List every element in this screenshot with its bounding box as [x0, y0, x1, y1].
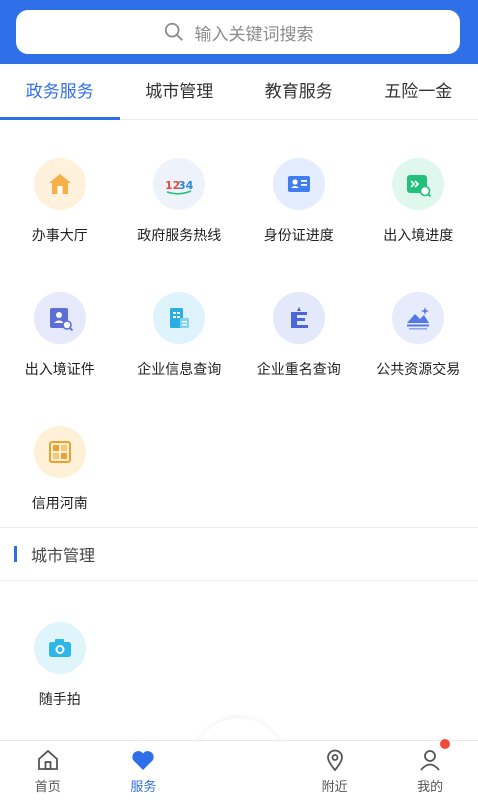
service-label: 出入境证件 [24, 362, 95, 378]
service-item-snapshot[interactable]: 随手拍 [0, 614, 120, 709]
tab-government-services[interactable]: 政务服务 [0, 64, 120, 120]
enterprise-info-icon [153, 292, 206, 344]
service-item-enterprise-name[interactable]: 企业重名查询 [239, 284, 359, 418]
location-icon [326, 749, 343, 772]
services-grid: 办事大厅 12345 政府服务热线 身份证进度 出入境进度 出入境证件 [0, 150, 478, 552]
service-label: 身份证进度 [263, 228, 334, 244]
tab-city-management[interactable]: 城市管理 [120, 64, 240, 119]
nav-mine[interactable]: 我的 [382, 739, 478, 800]
nav-home[interactable]: 首页 [0, 741, 96, 800]
service-label: 企业信息查询 [137, 362, 222, 378]
public-resource-icon [392, 292, 445, 344]
svg-text:345: 345 [178, 179, 194, 192]
service-label: 出入境进度 [383, 228, 454, 244]
search-icon [164, 22, 183, 41]
home-icon [33, 158, 86, 210]
hotline-12345-icon: 12345 [153, 158, 206, 210]
service-item-entry-exit-document[interactable]: 出入境证件 [0, 284, 120, 418]
service-label: 政府服务热线 [137, 228, 222, 244]
nav-label: 附近 [321, 780, 348, 795]
notification-dot [439, 739, 450, 749]
search-bar[interactable]: 输入关键词搜索 [16, 10, 460, 54]
nav-label: 服务 [130, 780, 157, 795]
service-label: 信用河南 [31, 496, 88, 512]
entry-exit-document-icon [33, 292, 86, 344]
service-label: 办事大厅 [31, 228, 88, 244]
header-bar: 输入关键词搜索 [0, 0, 478, 64]
bottom-navigation: 首页 服务 附近 我的 [0, 739, 478, 800]
service-item-hotline[interactable]: 12345 政府服务热线 [120, 150, 240, 284]
section-title: 城市管理 [31, 546, 96, 565]
service-item-entry-exit-progress[interactable]: 出入境进度 [359, 150, 478, 284]
service-item-public-resource[interactable]: 公共资源交易 [359, 284, 478, 418]
tab-education-services[interactable]: 教育服务 [239, 64, 359, 119]
nav-services[interactable]: 服务 [96, 741, 192, 800]
enterprise-name-icon [272, 292, 325, 344]
city-grid: 随手拍 [0, 614, 120, 709]
entry-exit-progress-icon [392, 158, 445, 210]
search-placeholder: 输入关键词搜索 [194, 24, 314, 45]
service-label: 随手拍 [38, 692, 81, 708]
section-city-management: 城市管理 [0, 528, 478, 580]
nav-center-placeholder [191, 741, 287, 800]
heart-icon [132, 751, 155, 770]
service-label: 公共资源交易 [376, 362, 461, 378]
home-outline-icon [37, 749, 58, 770]
camera-icon [33, 622, 86, 674]
service-item-hall[interactable]: 办事大厅 [0, 150, 120, 284]
service-item-enterprise-info[interactable]: 企业信息查询 [120, 284, 240, 418]
service-item-id-card[interactable]: 身份证进度 [239, 150, 359, 284]
nav-label: 我的 [417, 780, 444, 795]
nav-label: 首页 [34, 780, 61, 795]
tab-social-insurance[interactable]: 五险一金 [359, 64, 478, 119]
user-icon [420, 750, 440, 771]
section-divider [0, 580, 478, 581]
section-accent-bar [14, 546, 17, 562]
id-card-icon [272, 158, 325, 210]
credit-henan-icon [33, 426, 86, 478]
category-tabs: 政务服务 城市管理 教育服务 五险一金 [0, 64, 478, 120]
service-label: 企业重名查询 [256, 362, 341, 378]
nav-nearby[interactable]: 附近 [287, 741, 383, 800]
